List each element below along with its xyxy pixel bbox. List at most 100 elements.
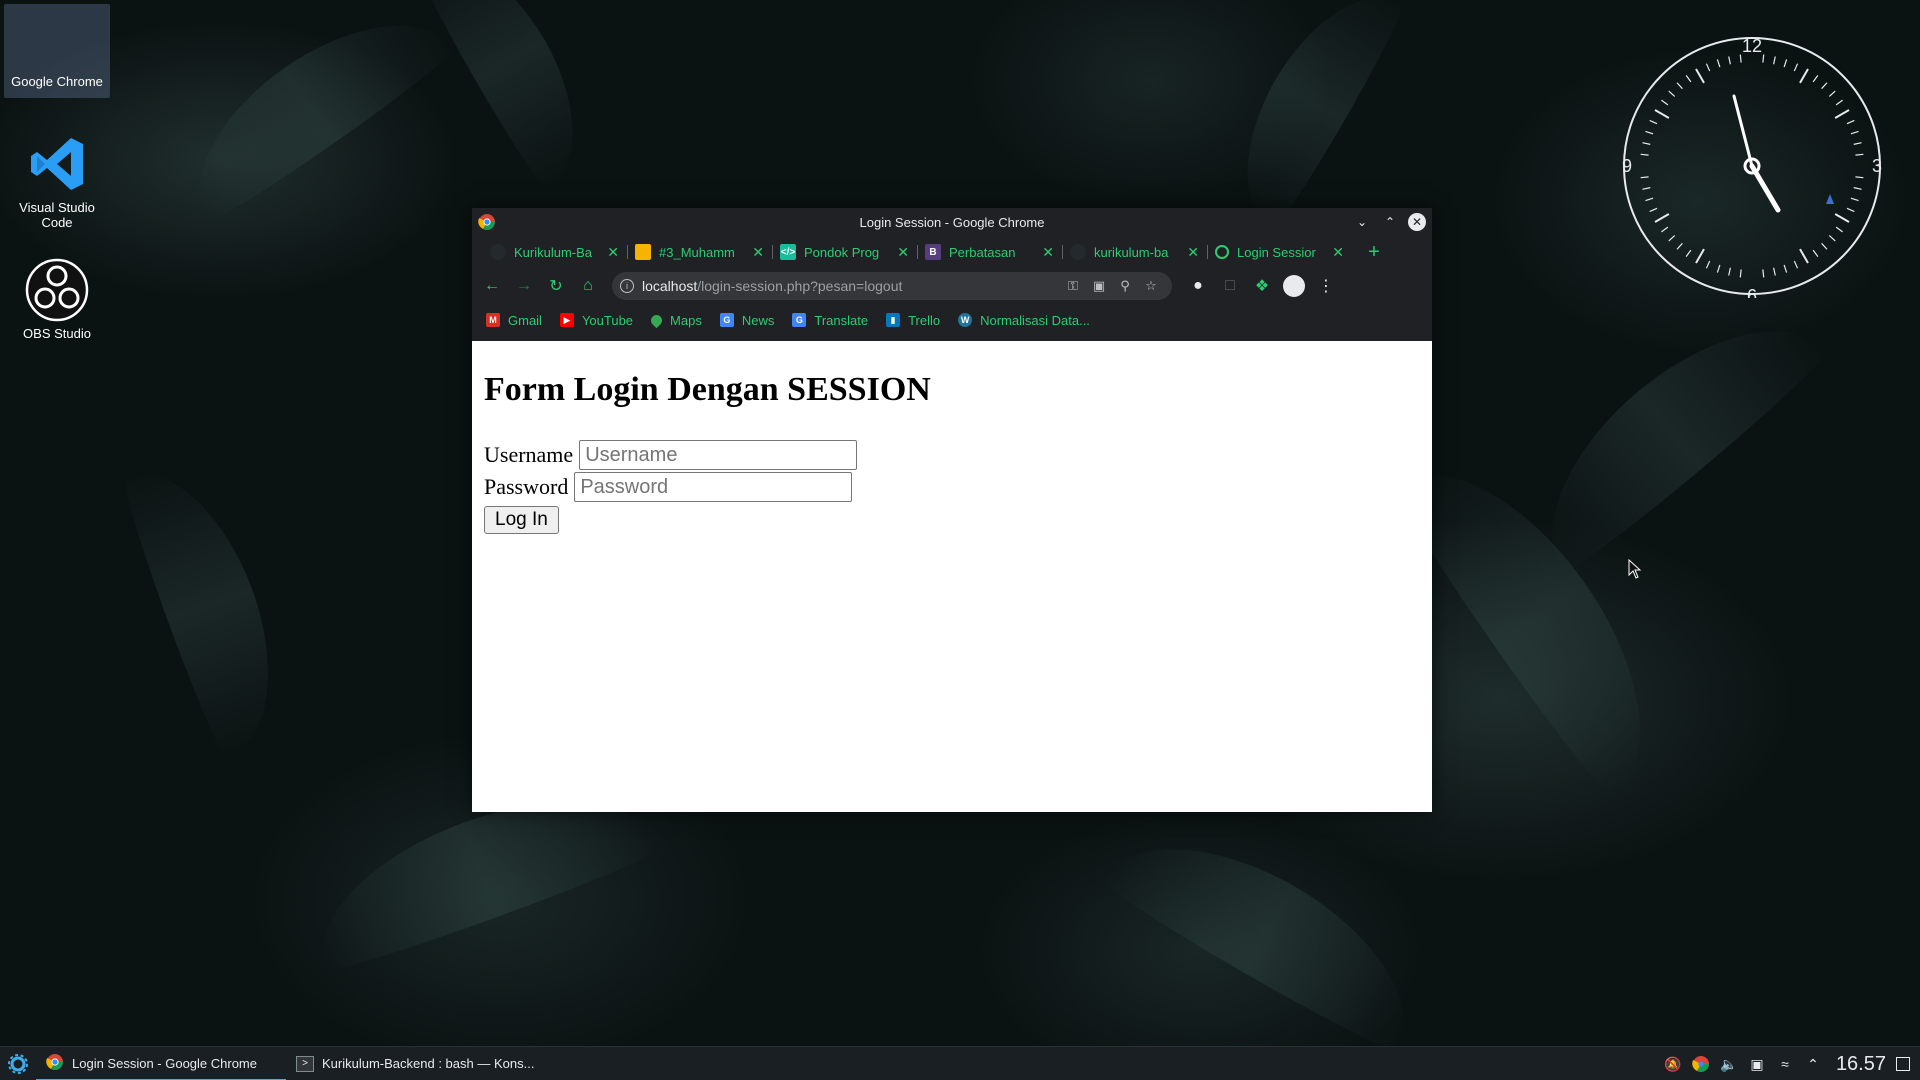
bookmark-news[interactable]: G News: [719, 313, 774, 328]
tab-close-icon[interactable]: ✕: [752, 244, 764, 261]
username-label: Username: [484, 442, 574, 467]
tab-close-icon[interactable]: ✕: [1187, 244, 1199, 261]
bookmark-youtube[interactable]: ▶ YouTube: [559, 312, 634, 328]
username-row: Username: [484, 439, 1420, 471]
clock-tick: [1695, 248, 1705, 264]
tray-expand-icon[interactable]: ⌃: [1804, 1055, 1822, 1073]
forward-button[interactable]: →: [510, 272, 538, 300]
tab-close-icon[interactable]: ✕: [1042, 244, 1054, 261]
tab-title: Kurikulum-Ba: [514, 244, 593, 260]
menu-kebab-icon[interactable]: ⋮: [1312, 272, 1340, 300]
chrome-tray-icon[interactable]: [1692, 1055, 1710, 1073]
bookmark-label: YouTube: [581, 312, 634, 328]
tab-close-icon[interactable]: ✕: [897, 244, 909, 261]
bookmark-label: Translate: [814, 312, 869, 328]
password-row: Password: [484, 471, 1420, 503]
bookmark-maps[interactable]: Maps: [648, 312, 702, 328]
app-launcher-button[interactable]: [0, 1047, 36, 1080]
clock-tick: [1821, 242, 1828, 250]
zoom-icon[interactable]: ⚲: [1112, 278, 1138, 294]
clock-tick: [1685, 75, 1692, 83]
new-tab-button[interactable]: +: [1362, 241, 1386, 264]
username-input[interactable]: [579, 440, 858, 470]
desktop-icon-vscode[interactable]: Visual Studio Code: [4, 132, 110, 230]
clock-tick: [1783, 59, 1788, 68]
tab-pondok-prog[interactable]: </> Pondok Prog ✕: [772, 238, 917, 266]
clock-tick: [1793, 260, 1799, 269]
address-bar[interactable]: i localhost/login-session.php?pesan=logo…: [612, 272, 1172, 300]
tab-kurikulum-ba-2[interactable]: kurikulum-ba ✕: [1062, 238, 1207, 266]
extension-reader-icon[interactable]: □: [1216, 272, 1244, 300]
tab-close-icon[interactable]: ✕: [607, 244, 619, 261]
tab-title: kurikulum-ba: [1094, 244, 1169, 260]
clock-tick: [1846, 207, 1855, 213]
wifi-icon[interactable]: ≈: [1776, 1055, 1794, 1073]
key-icon[interactable]: ⚿: [1060, 278, 1086, 294]
clock-tick: [1793, 63, 1799, 72]
clock-tick: [1812, 75, 1819, 83]
profile-avatar[interactable]: [1280, 272, 1308, 300]
clock-tick: [1645, 130, 1654, 135]
minimize-button[interactable]: ⌄: [1352, 212, 1372, 232]
clock-tick: [1773, 56, 1776, 65]
clock-tick: [1850, 130, 1859, 135]
volume-icon[interactable]: 🔈: [1720, 1055, 1738, 1073]
clock-tick: [1649, 119, 1658, 125]
info-icon[interactable]: i: [620, 279, 634, 293]
bookmark-label: Trello: [908, 312, 941, 328]
display-icon[interactable]: ▣: [1748, 1055, 1766, 1073]
clock-tick: [1640, 153, 1649, 156]
clock-tick: [1676, 82, 1683, 90]
vscode-icon: [25, 132, 89, 196]
task-konsole[interactable]: > Kurikulum-Backend : bash — Kons...: [286, 1047, 546, 1080]
back-button[interactable]: ←: [478, 272, 506, 300]
maximize-button[interactable]: ⌃: [1380, 212, 1400, 232]
bookmark-star-icon[interactable]: ☆: [1138, 278, 1164, 294]
wordpress-icon: W: [958, 313, 973, 327]
tab-3-muhamm[interactable]: #3_Muhamm ✕: [627, 238, 772, 266]
clock-tick: [1821, 82, 1828, 90]
task-chrome[interactable]: Login Session - Google Chrome: [36, 1047, 286, 1080]
bookmark-gmail[interactable]: M Gmail: [486, 313, 542, 328]
system-tray: 🔕 🔈 ▣ ≈ ⌃ 16.57: [1664, 1047, 1920, 1080]
notifications-off-icon[interactable]: 🔕: [1664, 1055, 1682, 1073]
close-button[interactable]: ✕: [1408, 213, 1426, 231]
desktop-icon-chrome[interactable]: Google Chrome: [4, 4, 110, 98]
wallpaper-leaf: [410, 0, 610, 193]
reload-button[interactable]: ↻: [542, 272, 570, 300]
login-button[interactable]: Log In: [484, 506, 559, 534]
extension-globe-icon[interactable]: ●: [1184, 272, 1212, 300]
tab-title: Perbatasan: [949, 244, 1016, 260]
trello-icon: ▮: [886, 313, 901, 327]
clock-tick: [1728, 56, 1731, 65]
bookmark-normalisasi[interactable]: W Normalisasi Data...: [958, 313, 1090, 328]
window-title: Login Session - Google Chrome: [859, 214, 1045, 230]
tab-kurikulum-ba[interactable]: Kurikulum-Ba ✕: [482, 238, 627, 266]
wallpaper-leaf: [1507, 282, 1833, 578]
show-desktop-icon[interactable]: [1896, 1057, 1910, 1071]
tab-perbatasan[interactable]: B Perbatasan ✕: [917, 238, 1062, 266]
clock-tick: [1668, 90, 1676, 97]
tab-login-session[interactable]: Login Sessior ✕: [1207, 238, 1352, 266]
clock-widget: 12 3 6 9: [1620, 34, 1884, 306]
translate-icon[interactable]: ▣: [1086, 278, 1112, 294]
taskbar: Login Session - Google Chrome > Kurikulu…: [0, 1046, 1920, 1080]
clock-time[interactable]: 16.57: [1836, 1053, 1886, 1076]
clock-tick: [1661, 99, 1669, 106]
bookmarks-bar: M Gmail ▶ YouTube Maps G News G Translat…: [472, 304, 1432, 336]
password-input[interactable]: [574, 472, 853, 502]
window-titlebar[interactable]: Login Session - Google Chrome ⌄ ⌃ ✕: [472, 208, 1432, 236]
home-button[interactable]: ⌂: [574, 272, 602, 300]
globe-icon: [1215, 245, 1229, 259]
maps-pin-icon: [648, 312, 665, 328]
extensions-puzzle-icon[interactable]: ❖: [1248, 272, 1276, 300]
github-icon: [1070, 244, 1086, 260]
clock-tick: [1812, 249, 1819, 257]
desktop-icon-obs[interactable]: OBS Studio: [4, 258, 110, 341]
terminal-icon: >: [296, 1055, 314, 1072]
password-label: Password: [484, 474, 569, 499]
bookmark-translate[interactable]: G Translate: [792, 313, 868, 328]
clock-numeral: 9: [1622, 156, 1632, 176]
bookmark-trello[interactable]: ▮ Trello: [886, 313, 940, 328]
tab-close-icon[interactable]: ✕: [1332, 244, 1344, 261]
